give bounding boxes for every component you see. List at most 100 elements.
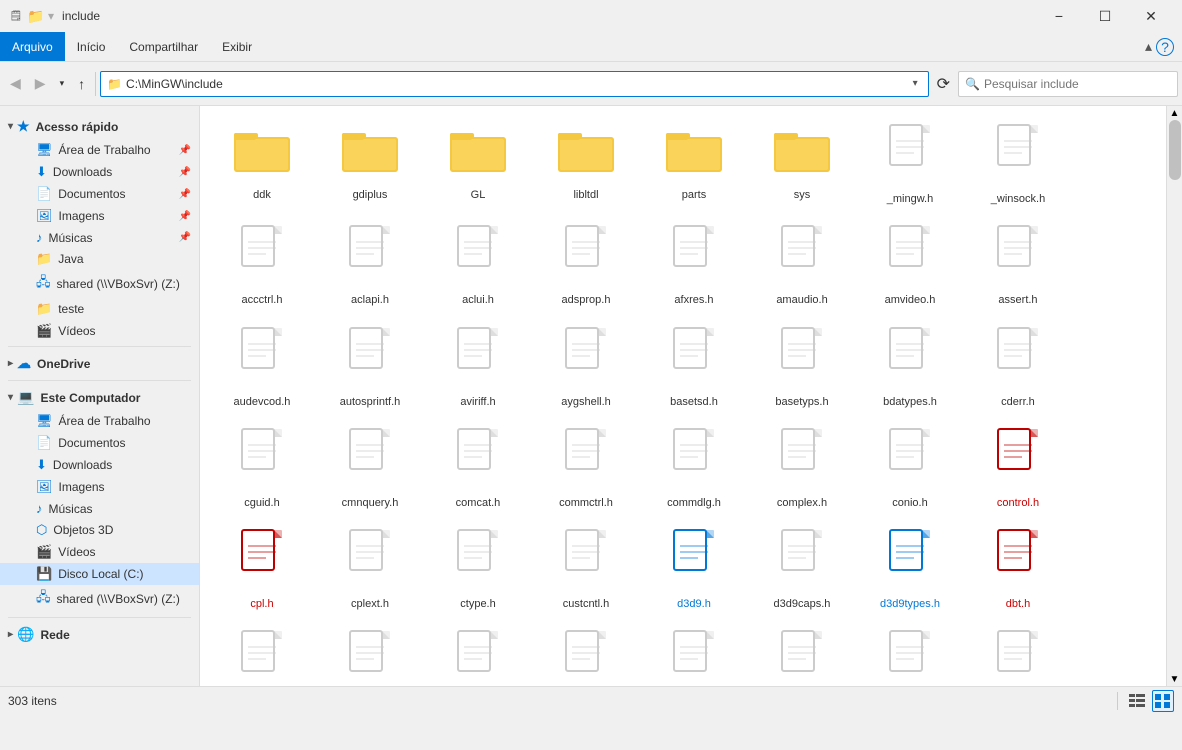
icon-view-btn[interactable]: [1152, 690, 1174, 712]
file-item[interactable]: ddk: [208, 114, 316, 215]
sidebar-item-downloads-quick[interactable]: ⬇ Downloads 📌: [0, 161, 199, 183]
file-item[interactable]: assert.h: [964, 215, 1072, 316]
file-item[interactable]: ctype.h: [424, 519, 532, 620]
file-item[interactable]: cplext.h: [316, 519, 424, 620]
file-item[interactable]: [964, 620, 1072, 686]
file-item[interactable]: adsprop.h: [532, 215, 640, 316]
forward-btn[interactable]: ▶: [29, 66, 52, 102]
close-button[interactable]: ✕: [1128, 0, 1174, 32]
scroll-up-btn[interactable]: ▲: [1168, 106, 1182, 120]
refresh-btn[interactable]: ⟳: [931, 66, 956, 102]
file-item[interactable]: aclapi.h: [316, 215, 424, 316]
sidebar-item-3d-pc[interactable]: ⬡ Objetos 3D: [0, 519, 199, 541]
file-item[interactable]: dir.h: [640, 620, 748, 686]
sidebar-item-teste[interactable]: 📁 teste: [0, 298, 199, 320]
file-item[interactable]: gdiplus: [316, 114, 424, 215]
window-controls: − ☐ ✕: [1036, 0, 1174, 32]
sidebar-item-shared-quick[interactable]: 🖧 shared (\\VBoxSvr) (Z:): [0, 270, 199, 298]
maximize-button[interactable]: ☐: [1082, 0, 1128, 32]
file-item[interactable]: aclui.h: [424, 215, 532, 316]
sidebar-item-images-pc[interactable]: 🖼 Imagens: [0, 476, 199, 498]
file-item[interactable]: ddeml.h: [316, 620, 424, 686]
file-item[interactable]: custcntl.h: [532, 519, 640, 620]
file-item[interactable]: d3d9.h: [640, 519, 748, 620]
sidebar-item-music-quick[interactable]: ♪ Músicas 📌: [0, 227, 199, 248]
file-item[interactable]: dhcpsdk.h: [532, 620, 640, 686]
file-item[interactable]: dbt.h: [964, 519, 1072, 620]
sidebar-item-docs-quick[interactable]: 📄 Documentos 📌: [0, 183, 199, 205]
file-item[interactable]: bdatypes.h: [856, 317, 964, 418]
file-item[interactable]: aviriff.h: [424, 317, 532, 418]
file-item[interactable]: afxres.h: [640, 215, 748, 316]
dropdown-btn[interactable]: ▾: [54, 66, 71, 102]
file-item[interactable]: _mingw.h: [856, 114, 964, 215]
file-item[interactable]: _winsock.h: [964, 114, 1072, 215]
file-item[interactable]: cguid.h: [208, 418, 316, 519]
documents-icon: 📄: [36, 186, 52, 202]
sidebar-item-images-quick[interactable]: 🖼 Imagens 📌: [0, 205, 199, 227]
this-pc-header[interactable]: ▾ 💻 Este Computador: [0, 385, 199, 410]
menu-arquivo[interactable]: Arquivo: [0, 32, 65, 61]
file-item[interactable]: aygshell.h: [532, 317, 640, 418]
file-icon: [994, 528, 1042, 593]
file-item[interactable]: conio.h: [856, 418, 964, 519]
file-item[interactable]: amaudio.h: [748, 215, 856, 316]
quick-access-header[interactable]: ▾ ★ Acesso rápido: [0, 114, 199, 139]
sidebar-item-videos-quick[interactable]: 🎬 Vídeos: [0, 320, 199, 342]
file-item[interactable]: d3d9caps.h: [748, 519, 856, 620]
file-item[interactable]: cpl.h: [208, 519, 316, 620]
file-item[interactable]: devguid.h: [424, 620, 532, 686]
scroll-down-btn[interactable]: ▼: [1168, 672, 1182, 686]
sidebar-item-java[interactable]: 📁 Java: [0, 248, 199, 270]
file-item[interactable]: dde.h: [208, 620, 316, 686]
file-item[interactable]: cderr.h: [964, 317, 1072, 418]
file-item[interactable]: amvideo.h: [856, 215, 964, 316]
ribbon-collapse-btn[interactable]: ▴: [1145, 38, 1152, 55]
list-view-btn[interactable]: [1126, 690, 1148, 712]
sidebar-item-downloads-pc[interactable]: ⬇ Downloads: [0, 454, 199, 476]
up-btn[interactable]: ↑: [72, 66, 91, 102]
file-icon: [238, 326, 286, 391]
sidebar-item-desktop-pc[interactable]: 🖥 Área de Trabalho: [0, 410, 199, 432]
sidebar-item-desktop-quick[interactable]: 🖥 Área de Trabalho 📌: [0, 139, 199, 161]
network-header[interactable]: ▸ 🌐 Rede: [0, 622, 199, 647]
file-item[interactable]: parts: [640, 114, 748, 215]
file-item[interactable]: libltdl: [532, 114, 640, 215]
address-input[interactable]: [126, 77, 909, 91]
scroll-thumb[interactable]: [1169, 120, 1181, 180]
sidebar-item-shared-pc[interactable]: 🖧 shared (\\VBoxSvr) (Z:): [0, 585, 199, 613]
file-item[interactable]: basetsd.h: [640, 317, 748, 418]
search-input[interactable]: [984, 77, 1171, 91]
menu-inicio[interactable]: Início: [65, 32, 118, 61]
minimize-button[interactable]: −: [1036, 0, 1082, 32]
help-btn[interactable]: ?: [1156, 38, 1174, 56]
sidebar-item-videos-pc[interactable]: 🎬 Vídeos: [0, 541, 199, 563]
file-item[interactable]: accctrl.h: [208, 215, 316, 316]
back-btn[interactable]: ◀: [4, 66, 27, 102]
pin-icon: 📌: [179, 189, 191, 200]
file-item[interactable]: [856, 620, 964, 686]
menu-exibir[interactable]: Exibir: [210, 32, 264, 61]
file-item[interactable]: cmnquery.h: [316, 418, 424, 519]
file-item[interactable]: d3d9types.h: [856, 519, 964, 620]
file-item[interactable]: control.h: [964, 418, 1072, 519]
file-item[interactable]: commctrl.h: [532, 418, 640, 519]
file-item[interactable]: comcat.h: [424, 418, 532, 519]
onedrive-header[interactable]: ▸ ☁ OneDrive: [0, 351, 199, 376]
file-item[interactable]: audevcod.h: [208, 317, 316, 418]
address-dropdown-arrow[interactable]: ▾: [909, 78, 922, 89]
images-icon: 🖼: [36, 208, 53, 224]
menu-compartilhar[interactable]: Compartilhar: [117, 32, 210, 61]
file-icon: [670, 629, 718, 686]
sidebar-item-docs-pc[interactable]: 📄 Documentos: [0, 432, 199, 454]
file-item[interactable]: commdlg.h: [640, 418, 748, 519]
file-item[interactable]: basetyps.h: [748, 317, 856, 418]
file-item[interactable]: GL: [424, 114, 532, 215]
file-item[interactable]: sys: [748, 114, 856, 215]
file-item[interactable]: autosprintf.h: [316, 317, 424, 418]
sidebar-item-music-pc[interactable]: ♪ Músicas: [0, 498, 199, 519]
scrollbar[interactable]: ▲ ▼: [1166, 106, 1182, 686]
file-item[interactable]: [748, 620, 856, 686]
sidebar-item-local-disk[interactable]: 💾 Disco Local (C:): [0, 563, 199, 585]
file-item[interactable]: complex.h: [748, 418, 856, 519]
